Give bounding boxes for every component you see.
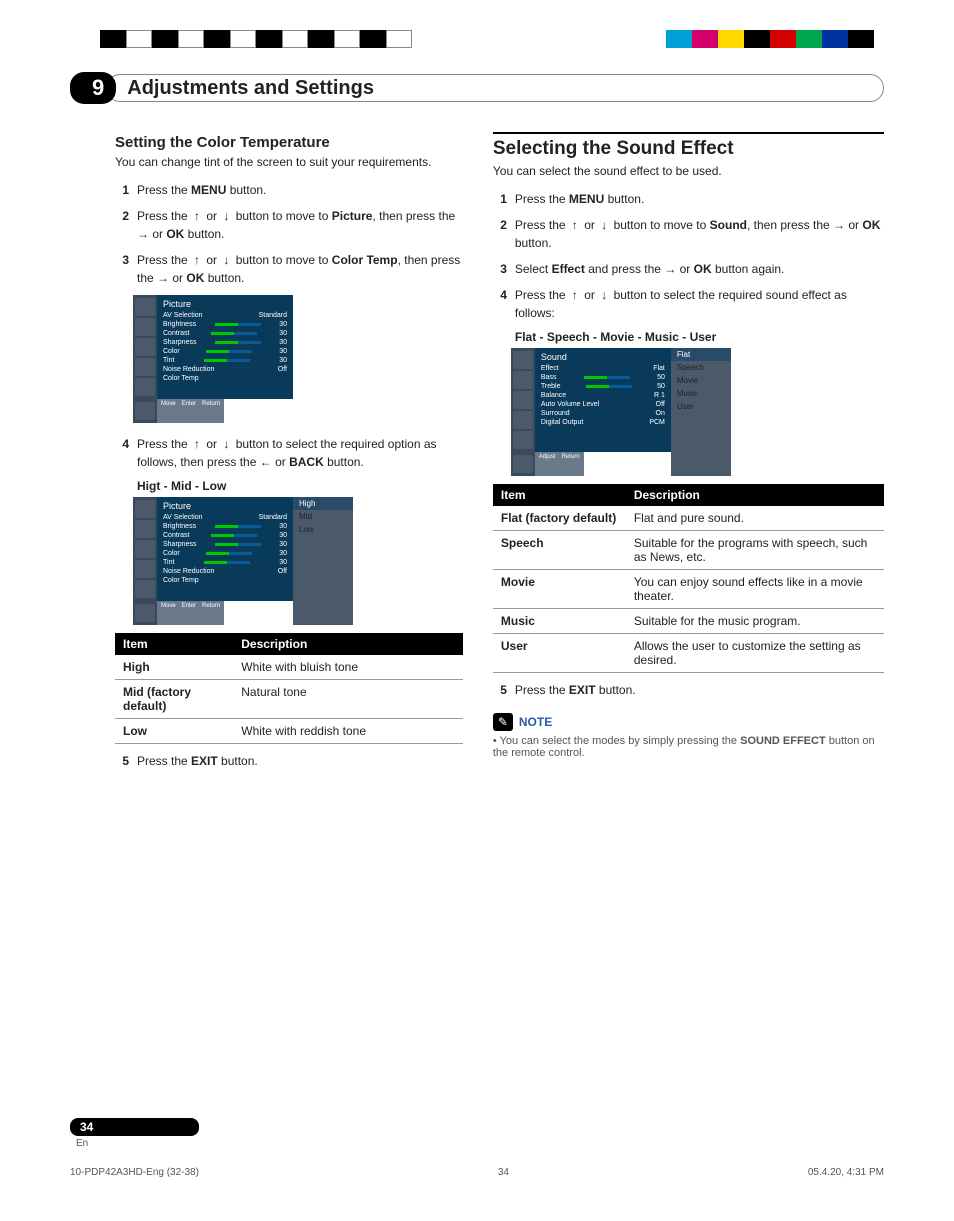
- osd-sound-popup: FlatSpeechMovieMusicUser: [671, 348, 731, 476]
- color-bars-right: [666, 30, 874, 48]
- sound-options: Flat - Speech - Movie - Music - User: [515, 330, 884, 344]
- right-intro: You can select the sound effect to be us…: [493, 164, 884, 178]
- footer-mid: 34: [498, 1167, 509, 1178]
- sound-table: Item Description Flat (factory default)F…: [493, 484, 884, 673]
- section-title: Adjustments and Settings: [106, 74, 884, 102]
- osd-picture-1: Picture AV SelectionStandardBrightness30…: [133, 295, 293, 423]
- section-number: 9: [70, 72, 116, 104]
- right-heading: Selecting the Sound Effect: [493, 132, 884, 160]
- osd-colortemp-popup: HighMidLow: [293, 497, 353, 625]
- left-step4: 4Press the ↑ or ↓ button to select the r…: [115, 431, 463, 475]
- osd-sound: Sound EffectFlatBass50Treble50BalanceR 1…: [511, 348, 671, 476]
- note-title: NOTE: [519, 715, 552, 729]
- left-intro: You can change tint of the screen to sui…: [115, 155, 463, 169]
- osd-picture-2: Picture AV SelectionStandardBrightness30…: [133, 497, 293, 625]
- page-lang: En: [76, 1138, 199, 1149]
- color-bars-left: [100, 30, 412, 48]
- left-steps: 1Press the MENU button.2Press the ↑ or ↓…: [115, 177, 463, 291]
- note-bullets: You can select the modes by simply press…: [493, 735, 884, 759]
- page-number-badge: 34: [70, 1118, 199, 1136]
- footer-timestamp: 05.4.20, 4:31 PM: [808, 1167, 884, 1178]
- note-icon: ✎: [493, 713, 513, 731]
- footer-file-ref: 10-PDP42A3HD-Eng (32-38): [70, 1167, 199, 1178]
- left-heading: Setting the Color Temperature: [115, 134, 463, 151]
- right-step5: 5Press the EXIT button.: [493, 677, 884, 703]
- colortemp-table: Item Description HighWhite with bluish t…: [115, 633, 463, 744]
- colortemp-options: Higt - Mid - Low: [137, 479, 463, 493]
- left-step5: 5Press the EXIT button.: [115, 748, 463, 774]
- right-steps: 1Press the MENU button.2Press the ↑ or ↓…: [493, 186, 884, 326]
